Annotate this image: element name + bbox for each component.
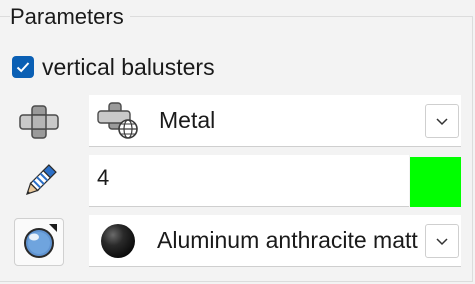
vertical-balusters-checkbox-row[interactable]: vertical balusters: [12, 53, 215, 81]
surface-value: Aluminum anthracite matt: [157, 227, 418, 253]
material-combobox[interactable]: Metal: [89, 95, 461, 147]
surface-dropdown-button[interactable]: [425, 223, 459, 258]
count-input[interactable]: 4: [89, 155, 409, 207]
vertical-balusters-checkbox[interactable]: [12, 56, 34, 78]
material-value: Metal: [159, 107, 216, 133]
chevron-down-icon: [436, 117, 448, 125]
surface-picker-button[interactable]: [14, 218, 64, 266]
chevron-down-icon: [436, 237, 448, 245]
color-swatch[interactable]: [410, 157, 461, 207]
surface-combobox[interactable]: Aluminum anthracite matt: [89, 215, 461, 267]
group-title: Parameters: [10, 4, 130, 30]
sphere-icon: [89, 221, 147, 261]
surface-sphere-icon: [24, 224, 57, 258]
count-row: 4: [89, 155, 461, 207]
pen-icon: [14, 157, 64, 207]
checkmark-icon: [16, 62, 30, 73]
baluster-profile-icon: [14, 97, 64, 147]
material-library-icon: [89, 101, 147, 140]
material-dropdown-button[interactable]: [425, 103, 459, 138]
vertical-balusters-label: vertical balusters: [42, 54, 215, 80]
